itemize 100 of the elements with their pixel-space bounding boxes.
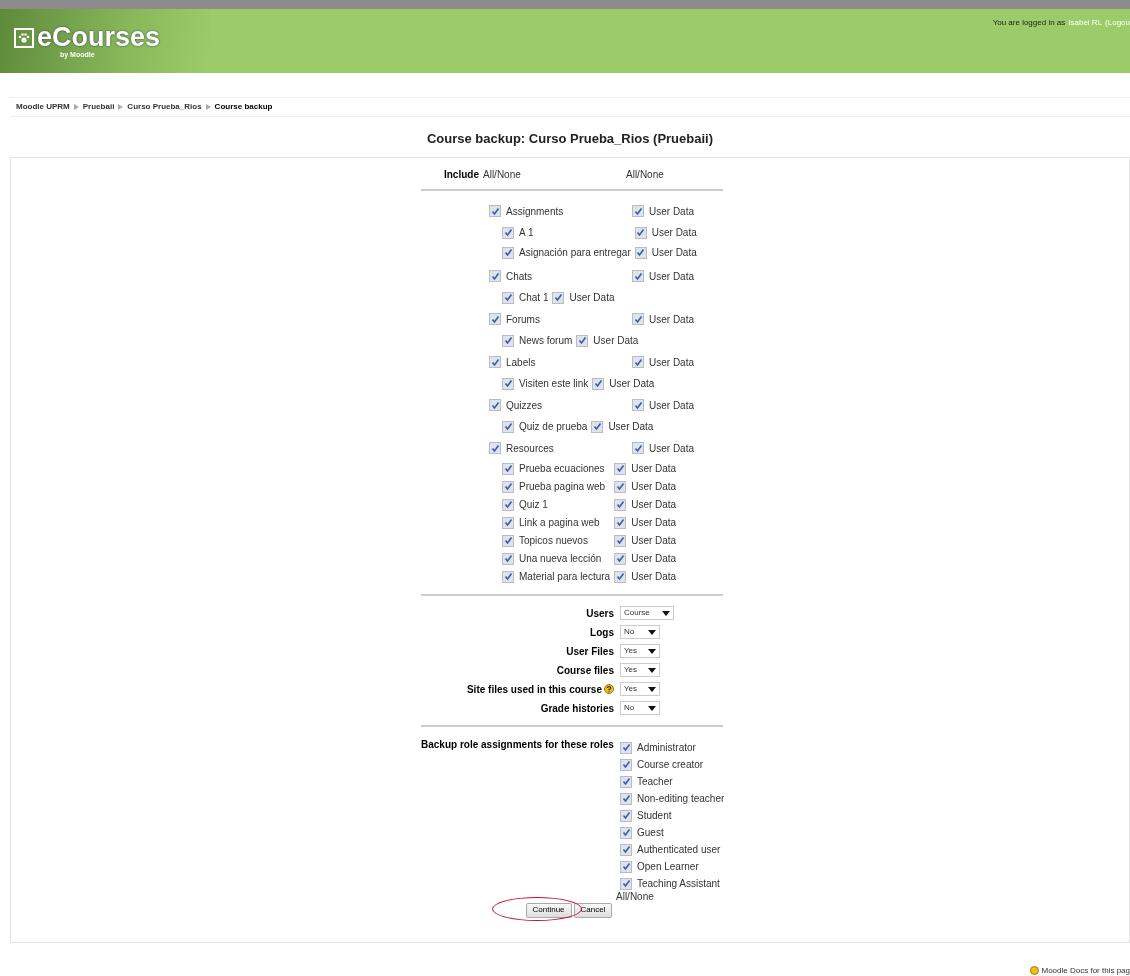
module-label: Forums bbox=[506, 312, 540, 327]
checkbox[interactable] bbox=[502, 462, 514, 475]
user-data-label: User Data bbox=[631, 570, 677, 584]
checkbox[interactable] bbox=[620, 741, 632, 754]
role-label: Non-editing teacher bbox=[637, 792, 725, 806]
checkbox[interactable] bbox=[489, 399, 501, 411]
checkbox[interactable] bbox=[620, 860, 632, 873]
checkbox[interactable] bbox=[489, 205, 501, 217]
checkbox[interactable] bbox=[620, 826, 632, 839]
user-data-label: User Data bbox=[631, 534, 677, 548]
checkbox[interactable] bbox=[502, 480, 514, 493]
separator-icon bbox=[73, 104, 79, 110]
checkbox[interactable] bbox=[502, 246, 514, 259]
checkbox[interactable] bbox=[620, 809, 632, 822]
role-label: Teaching Assistant bbox=[637, 877, 720, 891]
checkbox[interactable] bbox=[632, 270, 644, 282]
docs-link[interactable]: Moodle Docs for this pag bbox=[1041, 964, 1130, 976]
checkbox[interactable] bbox=[502, 226, 514, 239]
checkbox[interactable] bbox=[614, 480, 627, 493]
caret-icon bbox=[648, 648, 656, 654]
breadcrumb-current: Course backup bbox=[214, 101, 273, 113]
checkbox[interactable] bbox=[576, 334, 589, 347]
checkbox[interactable] bbox=[620, 877, 632, 890]
checkbox[interactable] bbox=[591, 420, 604, 433]
breadcrumb-link[interactable]: Pruebaii bbox=[82, 101, 115, 113]
user-data-label: User Data bbox=[649, 204, 694, 219]
role-label: Administrator bbox=[637, 741, 696, 755]
continue-button[interactable]: Continue bbox=[525, 902, 572, 918]
dropdown[interactable]: No bbox=[620, 625, 660, 639]
checkbox[interactable] bbox=[552, 291, 565, 304]
breadcrumb-link[interactable]: Curso Prueba_Rios bbox=[127, 101, 202, 113]
checkbox[interactable] bbox=[634, 226, 647, 239]
activity-label: Prueba pagina web bbox=[519, 480, 606, 494]
option-label: Site files used in this course bbox=[466, 682, 602, 697]
checkbox[interactable] bbox=[614, 552, 627, 565]
checkbox[interactable] bbox=[632, 399, 644, 411]
activity-label: Material para lectura bbox=[519, 570, 611, 584]
user-data-label: User Data bbox=[631, 480, 677, 494]
module-label: Chats bbox=[506, 269, 533, 284]
user-data-label: User Data bbox=[631, 516, 677, 530]
checkbox[interactable] bbox=[502, 552, 514, 565]
checkbox[interactable] bbox=[632, 205, 644, 217]
checkbox[interactable] bbox=[620, 792, 632, 805]
dropdown[interactable]: Yes bbox=[620, 682, 660, 696]
checkbox[interactable] bbox=[502, 498, 514, 511]
option-label: Logs bbox=[590, 625, 614, 640]
checkbox[interactable] bbox=[614, 462, 627, 475]
user-data-label: User Data bbox=[649, 398, 694, 413]
include-label: Include bbox=[443, 167, 480, 182]
breadcrumb-link[interactable]: Moodle UPRM bbox=[16, 101, 70, 113]
module-label: Resources bbox=[506, 441, 554, 456]
help-icon[interactable] bbox=[604, 684, 614, 694]
checkbox[interactable] bbox=[502, 534, 514, 547]
user-data-label: User Data bbox=[649, 355, 694, 370]
caret-icon bbox=[648, 705, 656, 711]
checkbox[interactable] bbox=[489, 356, 501, 368]
user-data-label: User Data bbox=[651, 246, 697, 260]
checkbox[interactable] bbox=[489, 442, 501, 454]
checkbox[interactable] bbox=[502, 420, 514, 433]
all-none-link[interactable]: All/None bbox=[483, 166, 626, 182]
cancel-button[interactable]: Cancel bbox=[573, 902, 613, 918]
option-label: Grade histories bbox=[540, 701, 614, 716]
checkbox[interactable] bbox=[620, 758, 632, 771]
checkbox[interactable] bbox=[614, 516, 627, 529]
checkbox[interactable] bbox=[620, 843, 632, 856]
user-data-label: User Data bbox=[631, 462, 677, 476]
dropdown[interactable]: Yes bbox=[620, 644, 660, 658]
checkbox[interactable] bbox=[614, 534, 627, 547]
checkbox[interactable] bbox=[502, 291, 514, 304]
caret-icon bbox=[648, 629, 656, 635]
checkbox[interactable] bbox=[502, 516, 514, 529]
info-icon bbox=[1029, 966, 1039, 975]
checkbox[interactable] bbox=[614, 498, 627, 511]
checkbox[interactable] bbox=[489, 270, 501, 282]
dropdown[interactable]: Course bbox=[620, 606, 674, 620]
checkbox[interactable] bbox=[502, 334, 514, 347]
module-label: Assignments bbox=[506, 204, 564, 219]
checkbox[interactable] bbox=[632, 356, 644, 368]
all-none-link[interactable]: All/None bbox=[616, 890, 654, 902]
activity-label: Quiz 1 bbox=[519, 498, 548, 512]
user-data-label: User Data bbox=[608, 420, 654, 434]
checkbox[interactable] bbox=[632, 313, 644, 325]
dropdown[interactable]: No bbox=[620, 701, 660, 715]
activity-label: Link a pagina web bbox=[519, 516, 600, 530]
checkbox[interactable] bbox=[632, 442, 644, 454]
option-label: Users bbox=[586, 606, 614, 621]
checkbox[interactable] bbox=[634, 246, 647, 259]
checkbox[interactable] bbox=[614, 570, 627, 583]
module-label: Quizzes bbox=[506, 398, 543, 413]
caret-icon bbox=[648, 686, 656, 692]
checkbox[interactable] bbox=[620, 775, 632, 788]
checkbox[interactable] bbox=[502, 570, 514, 583]
activity-label: Una nueva lección bbox=[519, 552, 602, 566]
activity-label: Topicos nuevos bbox=[519, 534, 588, 548]
all-none-link[interactable]: All/None bbox=[626, 166, 664, 182]
checkbox[interactable] bbox=[502, 377, 514, 390]
checkbox[interactable] bbox=[592, 377, 605, 390]
activity-label: Asignación para entregar bbox=[519, 246, 631, 260]
dropdown[interactable]: Yes bbox=[620, 663, 660, 677]
checkbox[interactable] bbox=[489, 313, 501, 325]
